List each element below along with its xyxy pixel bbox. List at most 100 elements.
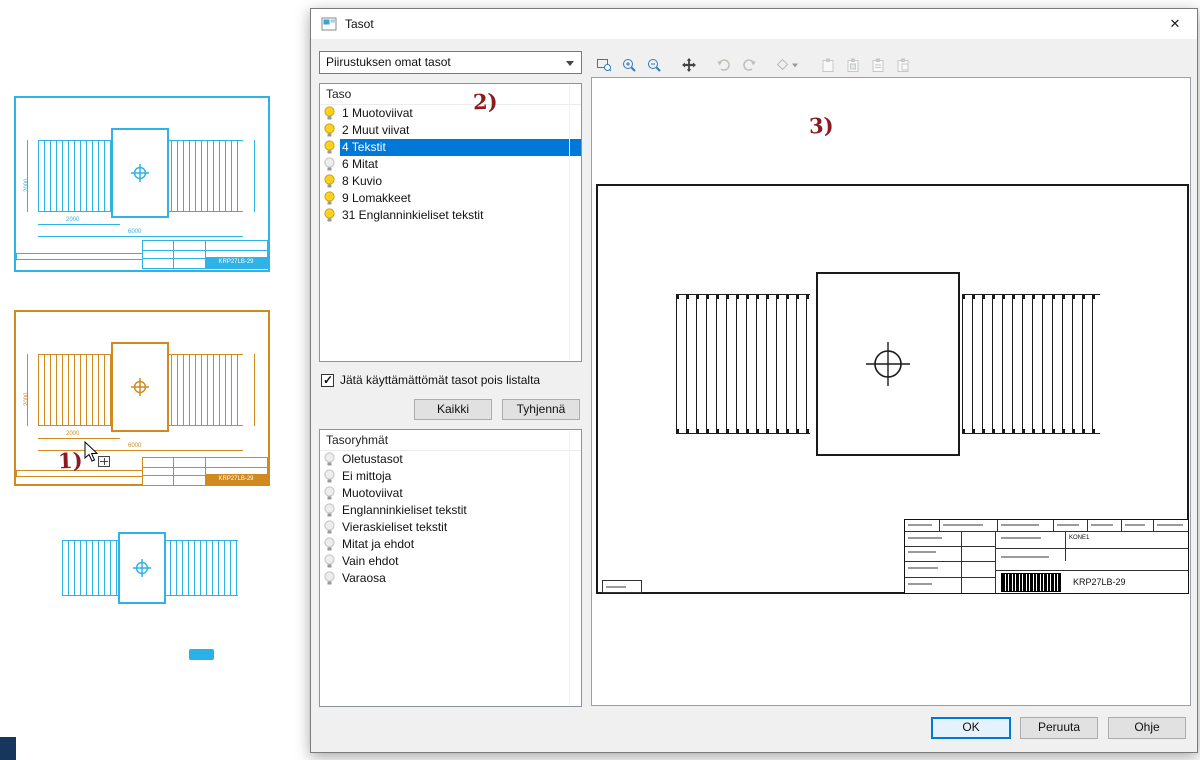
layer-row[interactable]: 9 Lomakkeet xyxy=(320,190,581,207)
rack-right xyxy=(164,540,238,596)
layer-group-label: Vieraskieliset tekstit xyxy=(340,519,569,536)
help-button[interactable]: Ohje xyxy=(1108,717,1186,739)
rack-left xyxy=(676,294,810,434)
layer-row[interactable]: 4 Tekstit xyxy=(320,139,581,156)
layer-label: 31 Englanninkieliset tekstit xyxy=(340,207,569,224)
annotation-step2: 2) xyxy=(473,89,498,115)
layer-row[interactable]: 8 Kuvio xyxy=(320,173,581,190)
column-divider xyxy=(569,431,570,705)
dimension-line xyxy=(38,438,120,439)
titleblock-company: KONE1 xyxy=(1069,535,1089,541)
hide-unused-checkbox[interactable] xyxy=(321,374,334,387)
rack-right xyxy=(165,140,243,212)
crosshair-target-icon xyxy=(130,556,154,580)
dimension-line xyxy=(254,354,255,426)
lightbulb-icon[interactable] xyxy=(323,554,337,569)
dimension-label: 2000 xyxy=(66,431,79,437)
copy-image-icon-1[interactable] xyxy=(817,55,838,76)
layer-group-row[interactable]: Varaosa xyxy=(320,570,581,587)
layer-group-row[interactable]: Oletustasot xyxy=(320,451,581,468)
layer-label: 4 Tekstit xyxy=(340,139,581,156)
rack-right xyxy=(962,294,1100,434)
zoom-in-icon[interactable] xyxy=(618,55,639,76)
copy-image-icon-3[interactable] xyxy=(867,55,888,76)
thumbnail-drawing-cyan: 2000 2000 6000 KRP27LB-29 xyxy=(14,96,270,272)
hide-unused-checkbox-row: Jätä käyttämättömät tasot pois listalta xyxy=(321,373,540,387)
layer-row[interactable]: 6 Mitat xyxy=(320,156,581,173)
dimension-line xyxy=(254,140,255,212)
taskbar-corner xyxy=(0,737,16,760)
redo-icon[interactable] xyxy=(738,55,759,76)
groups-list-header: Tasoryhmät xyxy=(320,430,581,451)
close-icon[interactable]: ✕ xyxy=(1165,15,1185,33)
lightbulb-icon[interactable] xyxy=(323,191,337,206)
lightbulb-icon[interactable] xyxy=(323,157,337,172)
mini-titleblock-label: KRP27LB-29 xyxy=(205,474,267,485)
layer-group-row[interactable]: Mitat ja ehdot xyxy=(320,536,581,553)
lightbulb-icon[interactable] xyxy=(323,520,337,535)
pan-icon[interactable] xyxy=(678,55,699,76)
lightbulb-icon[interactable] xyxy=(323,503,337,518)
layer-group-label: Vain ehdot xyxy=(340,553,569,570)
layers-listbox: Taso 1 Muotoviivat xyxy=(319,83,582,362)
copy-image-icon-4[interactable] xyxy=(892,55,913,76)
undo-icon[interactable] xyxy=(713,55,734,76)
ok-button[interactable]: OK xyxy=(931,717,1011,739)
view-options-icon[interactable] xyxy=(773,55,803,76)
layer-group-row[interactable]: Muotoviivat xyxy=(320,485,581,502)
lightbulb-icon[interactable] xyxy=(323,208,337,223)
lightbulb-icon[interactable] xyxy=(323,174,337,189)
layer-group-label: Varaosa xyxy=(340,570,569,587)
lightbulb-icon[interactable] xyxy=(323,537,337,552)
lightbulb-icon[interactable] xyxy=(323,571,337,586)
layer-label: 8 Kuvio xyxy=(340,173,569,190)
layer-label: 1 Muotoviivat xyxy=(340,105,569,122)
layer-row[interactable]: 31 Englanninkieliset tekstit xyxy=(320,207,581,224)
layer-group-label: Mitat ja ehdot xyxy=(340,536,569,553)
lightbulb-icon[interactable] xyxy=(323,106,337,121)
crosshair-target-icon xyxy=(860,336,916,392)
dimension-label: 2000 xyxy=(66,217,79,223)
layer-label: 9 Lomakkeet xyxy=(340,190,569,207)
dimension-label: 6000 xyxy=(128,443,141,449)
tasot-dialog: Tasot ✕ Piirustuksen omat tasot Taso xyxy=(310,8,1198,753)
layer-preview-canvas[interactable]: KONE1 KRP27LB-29 xyxy=(591,77,1191,706)
dimension-line xyxy=(27,140,28,212)
layer-group-label: Oletustasot xyxy=(340,451,569,468)
color-swatch xyxy=(189,649,214,660)
groups-list: Oletustasot Ei mittoja xyxy=(320,451,581,587)
cancel-button[interactable]: Peruuta xyxy=(1020,717,1098,739)
mini-titleblock: KRP27LB-29 xyxy=(142,457,268,486)
layer-source-dropdown[interactable]: Piirustuksen omat tasot xyxy=(319,51,582,74)
dimension-label: 2000 xyxy=(24,393,30,406)
lightbulb-icon[interactable] xyxy=(323,486,337,501)
layer-row[interactable]: 2 Muut viivat xyxy=(320,122,581,139)
lightbulb-icon[interactable] xyxy=(323,140,337,155)
lightbulb-icon[interactable] xyxy=(323,469,337,484)
drawing-sheet: KONE1 KRP27LB-29 xyxy=(596,184,1189,594)
layers-list: 1 Muotoviivat 2 Muut viivat xyxy=(320,105,581,224)
layer-group-label: Muotoviivat xyxy=(340,485,569,502)
layer-group-row[interactable]: Englanninkieliset tekstit xyxy=(320,502,581,519)
zoom-out-icon[interactable] xyxy=(643,55,664,76)
zoom-window-icon[interactable] xyxy=(593,55,614,76)
layer-group-row[interactable]: Ei mittoja xyxy=(320,468,581,485)
dialog-titlebar[interactable]: Tasot ✕ xyxy=(311,9,1197,39)
clear-button[interactable]: Tyhjennä xyxy=(502,399,580,420)
layer-group-row[interactable]: Vain ehdot xyxy=(320,553,581,570)
copy-image-icon-2[interactable] xyxy=(842,55,863,76)
lightbulb-icon[interactable] xyxy=(323,123,337,138)
titleblock: KONE1 KRP27LB-29 xyxy=(904,519,1189,594)
mini-titleblock: KRP27LB-29 xyxy=(142,240,268,269)
rack-left xyxy=(38,140,120,212)
chevron-down-icon xyxy=(566,61,574,66)
thumbnail-drawing-orange: 2000 2000 6000 KRP27LB-29 xyxy=(14,310,270,486)
layer-group-row[interactable]: Vieraskieliset tekstit xyxy=(320,519,581,536)
screen: 2000 2000 6000 KRP27LB-29 2000 xyxy=(0,0,1200,760)
lightbulb-icon[interactable] xyxy=(323,452,337,467)
dropdown-value: Piirustuksen omat tasot xyxy=(326,55,451,69)
annotation-step1: 1) xyxy=(58,448,83,474)
rack-left xyxy=(38,354,120,426)
all-button[interactable]: Kaikki xyxy=(414,399,492,420)
layer-row[interactable]: 1 Muotoviivat xyxy=(320,105,581,122)
